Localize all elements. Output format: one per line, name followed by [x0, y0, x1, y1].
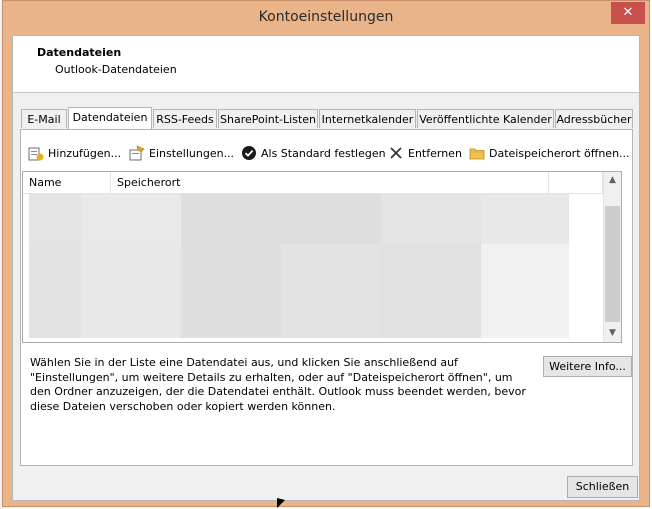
set-default-button[interactable]: Als Standard festlegen — [241, 143, 386, 163]
add-button[interactable]: Hinzufügen... — [28, 143, 121, 163]
tab-strip: E-Mail Datendateien RSS-Feeds SharePoint… — [21, 107, 633, 131]
title-bar[interactable]: Kontoeinstellungen ✕ — [3, 1, 649, 35]
dialog-header: Datendateien Outlook-Datendateien — [13, 36, 639, 93]
folder-icon — [469, 145, 485, 161]
mouse-cursor-icon — [277, 498, 285, 508]
window-close-button[interactable]: ✕ — [611, 2, 645, 24]
column-header-name[interactable]: Name — [23, 172, 111, 193]
remove-button[interactable]: Entfernen — [388, 143, 462, 163]
add-data-file-icon — [28, 145, 44, 161]
header-subtitle: Outlook-Datendateien — [55, 63, 177, 76]
tab-data-files[interactable]: Datendateien — [68, 107, 152, 129]
scroll-down-arrow-icon[interactable]: ▼ — [604, 325, 621, 342]
tab-email[interactable]: E-Mail — [21, 109, 67, 128]
settings-icon — [129, 145, 145, 161]
list-vertical-scrollbar[interactable]: ▲ ▼ — [603, 172, 621, 342]
remove-label: Entfernen — [408, 146, 462, 160]
column-header-location[interactable]: Speicherort — [111, 172, 549, 193]
settings-label: Einstellungen... — [149, 146, 235, 160]
scroll-thumb[interactable] — [605, 206, 620, 322]
dialog-client-area: Datendateien Outlook-Datendateien E-Mail… — [12, 35, 640, 501]
description-text: Wählen Sie in der Liste eine Datendatei … — [30, 356, 526, 413]
open-file-location-button[interactable]: Dateispeicherort öffnen... — [469, 143, 630, 163]
settings-button[interactable]: Einstellungen... — [129, 143, 234, 163]
set-default-label: Als Standard festlegen — [261, 146, 386, 160]
data-files-list[interactable]: Name Speicherort ▲ ▼ — [22, 171, 622, 343]
list-header: Name Speicherort — [23, 172, 603, 194]
tab-sharepoint-lists[interactable]: SharePoint-Listen — [218, 109, 318, 128]
open-file-location-label: Dateispeicherort öffnen... — [489, 146, 630, 160]
tab-internet-calendars[interactable]: Internetkalender — [319, 109, 416, 128]
more-info-button[interactable]: Weitere Info... — [543, 356, 632, 377]
tab-address-books[interactable]: Adressbücher — [555, 109, 633, 128]
close-button[interactable]: Schließen — [567, 476, 638, 498]
checkmark-icon — [241, 145, 257, 161]
toolbar: Hinzufügen... Einstellungen... Als Stand… — [21, 143, 632, 163]
account-settings-dialog: Kontoeinstellungen ✕ Datendateien Outloo… — [2, 0, 650, 507]
data-files-panel: Hinzufügen... Einstellungen... Als Stand… — [20, 129, 633, 466]
add-label: Hinzufügen... — [48, 146, 122, 160]
column-header-empty — [549, 172, 603, 193]
header-title: Datendateien — [37, 46, 122, 59]
remove-x-icon — [388, 145, 404, 161]
tab-rss-feeds[interactable]: RSS-Feeds — [153, 109, 217, 128]
tab-published-calendars[interactable]: Veröffentlichte Kalender — [417, 109, 554, 128]
scroll-up-arrow-icon[interactable]: ▲ — [604, 172, 621, 189]
window-title: Kontoeinstellungen — [258, 9, 394, 25]
